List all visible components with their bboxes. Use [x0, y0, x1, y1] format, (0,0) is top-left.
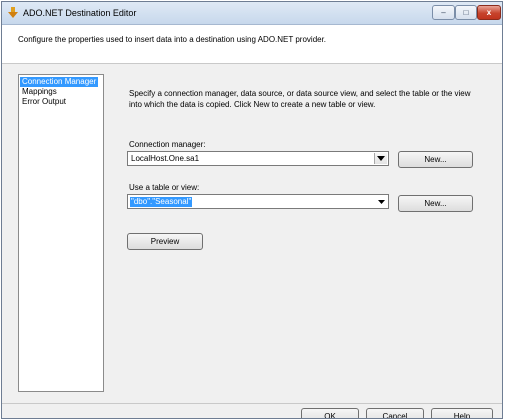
nav-item-connection-manager[interactable]: Connection Manager — [20, 77, 99, 87]
table-or-view-select[interactable]: "dbo"."Seasonal" — [127, 194, 389, 209]
maximize-button[interactable]: □ — [455, 5, 477, 20]
nav-item-mappings[interactable]: Mappings — [20, 87, 59, 97]
ado-net-destination-icon — [8, 7, 18, 18]
close-button[interactable]: x — [477, 5, 501, 20]
connection-manager-new-button[interactable]: New... — [398, 151, 473, 168]
cancel-button[interactable]: Cancel — [366, 408, 424, 418]
chevron-down-icon[interactable] — [375, 196, 387, 207]
title-bar[interactable]: ADO.NET Destination Editor – □ x — [2, 2, 502, 25]
dialog-window: ADO.NET Destination Editor – □ x Configu… — [1, 1, 503, 419]
preview-button[interactable]: Preview — [127, 233, 203, 250]
ok-button[interactable]: OK — [301, 408, 359, 418]
nav-item-error-output[interactable]: Error Output — [20, 97, 68, 107]
connection-manager-value: LocalHost.One.sa1 — [131, 154, 200, 163]
connection-manager-select[interactable]: LocalHost.One.sa1 — [127, 151, 389, 166]
connection-manager-label: Connection manager: — [129, 140, 206, 149]
header-description: Configure the properties used to insert … — [18, 35, 327, 44]
nav-list: Connection Manager Mappings Error Output — [18, 74, 104, 392]
chevron-down-icon[interactable] — [374, 153, 387, 164]
minimize-button[interactable]: – — [432, 5, 455, 20]
table-or-view-label: Use a table or view: — [129, 183, 200, 192]
dialog-header: Configure the properties used to insert … — [2, 25, 502, 64]
table-or-view-new-button[interactable]: New... — [398, 195, 473, 212]
help-button[interactable]: Help — [431, 408, 493, 418]
page-description: Specify a connection manager, data sourc… — [129, 89, 471, 109]
table-or-view-value: "dbo"."Seasonal" — [130, 197, 193, 207]
footer-divider — [2, 403, 502, 404]
window-title: ADO.NET Destination Editor — [23, 8, 137, 18]
